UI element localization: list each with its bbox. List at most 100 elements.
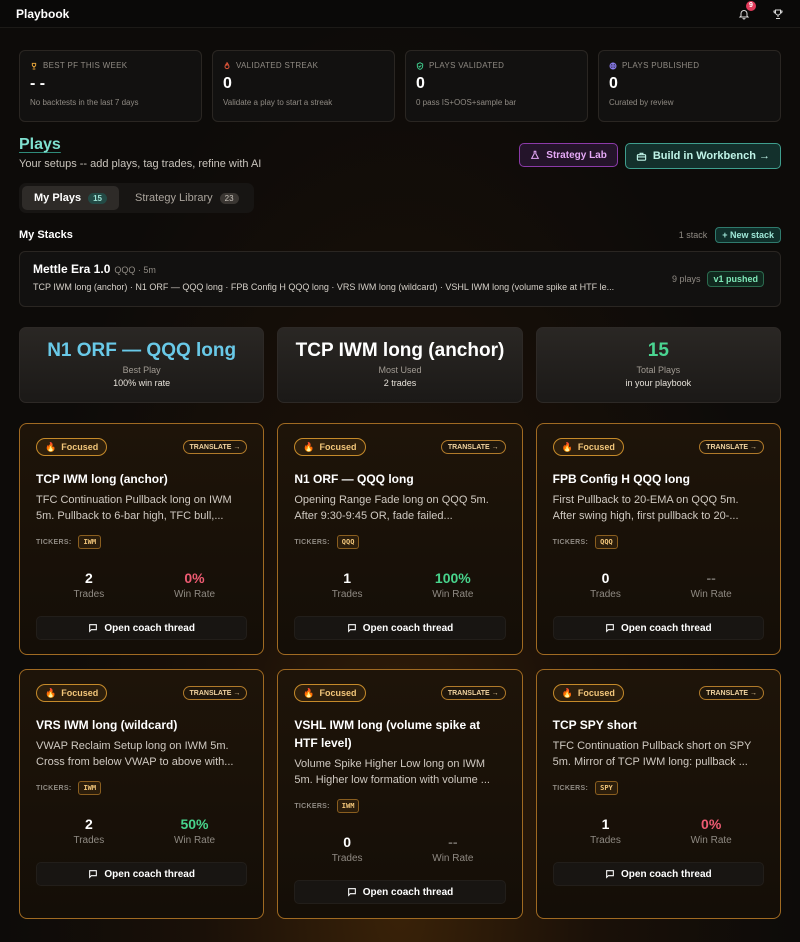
focused-badge[interactable]: 🔥 Focused <box>36 438 108 456</box>
open-coach-thread-button[interactable]: Open coach thread <box>294 616 506 640</box>
tickers-label: TICKERS: <box>36 784 72 792</box>
win-rate-value: 50% <box>180 816 209 832</box>
stat-label: PLAYS VALIDATED <box>429 61 505 70</box>
stat-sub: 0 pass IS+OOS+sample bar <box>416 98 517 107</box>
flame-icon: 🔥 <box>561 441 573 452</box>
play-name: TCP IWM long (anchor) <box>36 472 168 486</box>
stat-label: VALIDATED STREAK <box>236 61 319 70</box>
status-badge: v1 pushed <box>707 271 764 287</box>
focused-badge[interactable]: 🔥 Focused <box>294 438 366 456</box>
play-card[interactable]: 🔥 Focused TRANSLATE → FPB Config H QQQ lo… <box>535 423 781 655</box>
focused-badge[interactable]: 🔥 Focused <box>552 438 624 456</box>
tickers-label: TICKERS: <box>36 538 72 546</box>
focused-badge[interactable]: 🔥 Focused <box>294 684 366 702</box>
coach-label: Open coach thread <box>362 622 454 634</box>
trades-value: 0 <box>601 570 610 586</box>
win-rate-value: -- <box>706 570 716 586</box>
chat-icon <box>606 870 614 879</box>
build-in-workbench-label: Build in Workbench → <box>652 150 770 162</box>
globe-icon <box>609 62 617 69</box>
tab-label: Strategy Library <box>135 192 213 204</box>
translate-button[interactable]: TRANSLATE → <box>699 686 764 700</box>
chat-icon <box>606 624 614 633</box>
highlight-label: Total Plays <box>636 365 681 375</box>
chat-icon <box>347 888 356 897</box>
win-rate-label: Win Rate <box>173 589 216 600</box>
chat-icon <box>89 870 98 879</box>
focused-badge[interactable]: 🔥 Focused <box>36 684 108 702</box>
build-in-workbench-button[interactable]: Build in Workbench → <box>624 143 781 169</box>
new-stack-button[interactable]: + New stack <box>715 227 781 243</box>
highlight-sub: 100% win rate <box>113 378 171 388</box>
trades-label: Trades <box>590 835 621 846</box>
chat-icon <box>347 624 356 633</box>
play-card[interactable]: 🔥 Focused TRANSLATE → VSHL IWM long (volu… <box>277 669 523 919</box>
page-title: Plays <box>19 136 61 153</box>
play-name: TCP SPY short <box>552 718 637 732</box>
translate-button[interactable]: TRANSLATE → <box>182 686 248 700</box>
play-name: N1 ORF — QQQ long <box>294 472 414 486</box>
ticker-badge: IWM <box>78 535 102 549</box>
play-description: VWAP Reclaim Setup long on IWM 5m. Cross… <box>36 740 234 768</box>
stat-value: 0 <box>416 75 425 92</box>
stat-validated-streak: VALIDATED STREAK 0 Validate a play to st… <box>212 50 395 122</box>
flask-icon <box>531 150 540 159</box>
win-rate-label: Win Rate <box>690 589 732 600</box>
focused-badge[interactable]: 🔥 Focused <box>552 684 624 702</box>
focused-label: Focused <box>61 688 99 698</box>
trades-label: Trades <box>331 589 363 600</box>
stat-label: BEST PF THIS WEEK <box>43 61 128 70</box>
stat-plays-validated: PLAYS VALIDATED 0 0 pass IS+OOS+sample b… <box>405 50 588 122</box>
translate-button[interactable]: TRANSLATE → <box>440 686 506 700</box>
stats-row: BEST PF THIS WEEK - - No backtests in th… <box>0 28 800 122</box>
highlight-value: N1 ORF — QQQ long <box>47 340 237 361</box>
highlight-value: TCP IWM long (anchor) <box>295 340 505 361</box>
trophy-icon <box>773 9 783 19</box>
open-coach-thread-button[interactable]: Open coach thread <box>552 862 764 886</box>
flame-icon: 🔥 <box>303 687 315 698</box>
tab-my-plays[interactable]: My Plays 15 <box>22 186 119 210</box>
trophy-button[interactable] <box>772 8 784 20</box>
plays-header: Plays Your setups -- add plays, tag trad… <box>0 136 800 170</box>
stack-card[interactable]: Mettle Era 1.0 QQQ · 5m TCP IWM long (anc… <box>19 251 781 307</box>
play-description: TFC Continuation Pullback long on IWM 5m… <box>36 494 232 522</box>
toolbox-icon <box>636 152 647 161</box>
stacks-title: My Stacks <box>19 229 73 241</box>
stat-label: PLAYS PUBLISHED <box>622 61 700 70</box>
translate-button[interactable]: TRANSLATE → <box>182 440 248 454</box>
tickers-label: TICKERS: <box>552 784 589 792</box>
translate-button[interactable]: TRANSLATE → <box>440 440 506 454</box>
strategy-lab-button[interactable]: Strategy Lab <box>519 143 618 167</box>
play-name: FPB Config H QQQ long <box>552 472 690 486</box>
play-card[interactable]: 🔥 Focused TRANSLATE → N1 ORF — QQQ long O… <box>277 423 523 655</box>
trades-label: Trades <box>590 589 621 600</box>
plays-tabs: My Plays 15 Strategy Library 23 <box>19 183 254 213</box>
plays-grid: 🔥 Focused TRANSLATE → TCP IWM long (ancho… <box>0 423 800 919</box>
focused-label: Focused <box>577 688 615 698</box>
tab-strategy-library[interactable]: Strategy Library 23 <box>123 186 251 210</box>
play-card[interactable]: 🔥 Focused TRANSLATE → TCP IWM long (ancho… <box>19 423 265 655</box>
open-coach-thread-button[interactable]: Open coach thread <box>552 616 764 640</box>
highlight-label: Best Play <box>122 365 161 375</box>
win-rate-label: Win Rate <box>173 835 216 846</box>
focused-label: Focused <box>61 442 99 452</box>
highlight-sub: 2 trades <box>383 378 417 388</box>
win-rate-label: Win Rate <box>432 589 474 600</box>
stat-sub: No backtests in the last 7 days <box>30 98 139 107</box>
translate-button[interactable]: TRANSLATE → <box>699 440 764 454</box>
play-card[interactable]: 🔥 Focused TRANSLATE → VRS IWM long (wildc… <box>19 669 265 919</box>
notifications-button[interactable]: 9 <box>736 0 756 22</box>
trades-value: 1 <box>343 570 352 586</box>
trades-value: 2 <box>84 570 93 586</box>
play-card[interactable]: 🔥 Focused TRANSLATE → TCP SPY short TFC C… <box>535 669 781 919</box>
trades-value: 1 <box>601 816 610 832</box>
flame-icon <box>224 61 230 69</box>
open-coach-thread-button[interactable]: Open coach thread <box>36 862 248 886</box>
highlight-value: 15 <box>647 340 669 361</box>
open-coach-thread-button[interactable]: Open coach thread <box>36 616 248 640</box>
open-coach-thread-button[interactable]: Open coach thread <box>294 880 506 904</box>
ticker-badge: QQQ <box>595 535 618 549</box>
coach-label: Open coach thread <box>104 622 195 634</box>
trades-label: Trades <box>331 853 363 864</box>
app-title: Playbook <box>16 6 70 21</box>
